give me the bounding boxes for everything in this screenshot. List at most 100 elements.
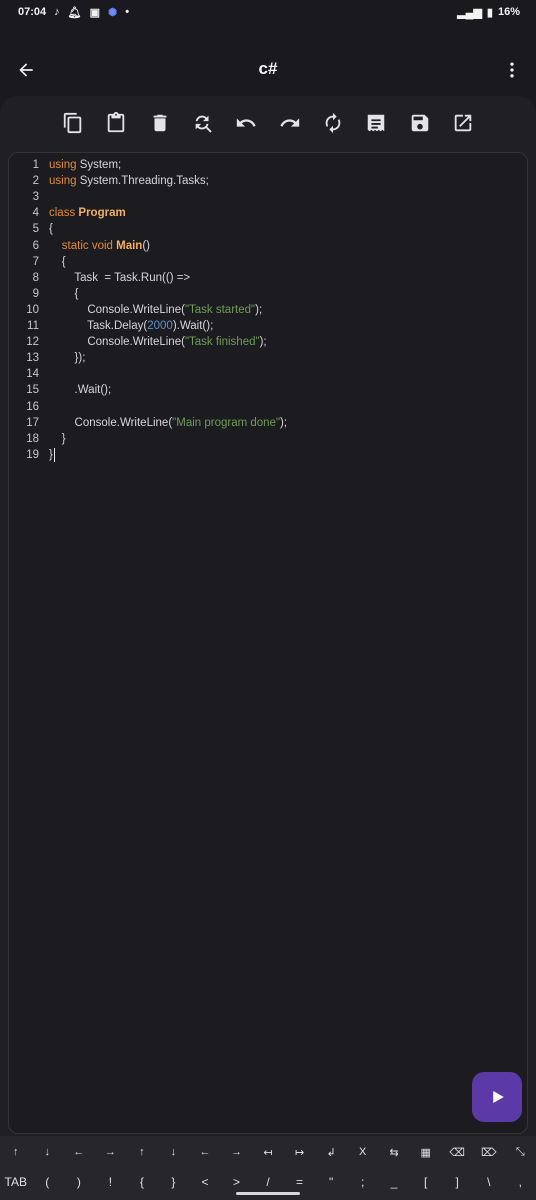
extra-key[interactable]: } xyxy=(158,1166,190,1198)
extra-key[interactable]: ← xyxy=(63,1136,95,1168)
extra-key[interactable]: ⤡ xyxy=(505,1136,536,1168)
extra-key[interactable]: ← xyxy=(189,1136,221,1168)
save-icon xyxy=(411,114,428,132)
back-button[interactable] xyxy=(12,56,40,84)
code-text: { xyxy=(49,287,79,300)
code-text: { xyxy=(49,223,53,236)
extra-key[interactable]: ▦ xyxy=(410,1136,442,1168)
line-number: 14 xyxy=(26,368,39,381)
code-line[interactable]: 4 class Program xyxy=(9,205,519,221)
open-external-button[interactable] xyxy=(448,108,478,138)
battery-icon: ▮ xyxy=(486,6,493,19)
extra-key[interactable]: ) xyxy=(63,1166,95,1198)
code-text: Console.WriteLine("Task started"); xyxy=(49,303,263,316)
code-line[interactable]: 9 { xyxy=(9,286,519,302)
code-line[interactable]: 1 using System; xyxy=(9,157,519,173)
extra-key[interactable]: ↓ xyxy=(32,1136,64,1168)
extra-key[interactable]: ⌦ xyxy=(473,1136,505,1168)
code-editor[interactable]: 1 using System; 2 using System.Threading.Ta… xyxy=(8,152,528,1134)
line-number: 18 xyxy=(26,432,39,445)
extra-key[interactable]: { xyxy=(126,1166,158,1198)
find-replace-button[interactable] xyxy=(188,108,218,138)
line-number: 12 xyxy=(26,336,39,349)
extra-key[interactable]: ↦ xyxy=(284,1136,316,1168)
extra-key[interactable]: ! xyxy=(95,1166,127,1198)
line-number: 19 xyxy=(26,448,39,461)
code-line[interactable]: 14 xyxy=(9,366,519,382)
code-line[interactable]: 5{ xyxy=(9,221,519,237)
extra-key[interactable]: [ xyxy=(410,1166,442,1198)
extra-key[interactable]: ; xyxy=(347,1166,379,1198)
extra-key[interactable]: , xyxy=(505,1166,536,1198)
code-line[interactable]: 8 Task = Task.Run(() => xyxy=(9,270,519,286)
line-number: 9 xyxy=(32,287,39,300)
extra-key[interactable]: → xyxy=(95,1136,127,1168)
code-line[interactable]: 17 Console.WriteLine("Main program done"… xyxy=(9,415,519,431)
extra-key[interactable]: ↓ xyxy=(158,1136,190,1168)
code-text: { xyxy=(49,255,66,268)
delete-button[interactable] xyxy=(145,108,175,138)
code-text: .Wait(); xyxy=(49,384,112,397)
line-number: 4 xyxy=(32,207,39,220)
extra-key[interactable]: ↑ xyxy=(126,1136,158,1168)
document-icon xyxy=(368,114,385,132)
undo-icon xyxy=(237,118,256,127)
code-text: Task.Delay(2000).Wait(); xyxy=(49,320,214,332)
code-line[interactable]: 10 Console.WriteLine("Task started"); xyxy=(9,302,519,318)
code-line[interactable]: 18 } xyxy=(9,431,519,447)
status-bar: 07:04 ♪ 🔔︎ ▣ ✺ • ▂▄▆ ▮ 16% xyxy=(0,0,536,24)
dot-icon: • xyxy=(125,6,130,18)
code-text: }); xyxy=(49,352,86,365)
code-line[interactable]: 3 xyxy=(9,189,519,205)
delete-icon xyxy=(153,114,167,132)
extra-key[interactable]: ⌫ xyxy=(441,1136,473,1168)
document-button[interactable] xyxy=(361,108,391,138)
paste-icon xyxy=(108,112,125,133)
extra-key[interactable]: ↑ xyxy=(0,1136,32,1168)
extra-key[interactable]: ⇆ xyxy=(378,1136,410,1168)
code-line[interactable]: 16 xyxy=(9,399,519,415)
code-line[interactable]: 12 Console.WriteLine("Task finished"); xyxy=(9,334,519,350)
extra-key[interactable]: TAB xyxy=(0,1166,32,1198)
code-text: class Program xyxy=(49,207,126,220)
line-number: 1 xyxy=(32,159,39,171)
refresh-icon xyxy=(325,112,341,134)
line-number: 15 xyxy=(26,384,39,397)
redo-icon xyxy=(280,118,299,127)
extra-key[interactable]: → xyxy=(221,1136,253,1168)
code-text: Console.WriteLine("Task finished"); xyxy=(49,336,267,349)
code-text: Console.WriteLine("Main program done"); xyxy=(49,416,288,429)
code-line[interactable]: 19} xyxy=(9,447,519,463)
extra-key[interactable]: ( xyxy=(32,1166,64,1198)
code-line[interactable]: 2 using System.Threading.Tasks; xyxy=(9,173,519,189)
refresh-button[interactable] xyxy=(318,108,348,138)
notification-icon: ▣ xyxy=(89,6,101,19)
code-line[interactable]: 7 { xyxy=(9,254,519,270)
extra-key[interactable]: ↲ xyxy=(315,1136,347,1168)
code-text: } xyxy=(49,432,66,445)
run-button[interactable] xyxy=(472,1072,522,1122)
tiktok-icon: ♪ xyxy=(54,6,60,18)
code-line[interactable]: 13 }); xyxy=(9,350,519,366)
extra-key[interactable]: \ xyxy=(473,1166,505,1198)
copy-button[interactable] xyxy=(58,108,88,138)
open-external-icon xyxy=(454,114,472,132)
code-text: using System.Threading.Tasks; xyxy=(49,175,209,188)
redo-button[interactable] xyxy=(275,108,305,138)
paste-button[interactable] xyxy=(101,108,131,138)
status-time: 07:04 xyxy=(18,6,47,18)
extra-key[interactable]: _ xyxy=(378,1166,410,1198)
extra-key[interactable]: X xyxy=(347,1136,379,1168)
undo-button[interactable] xyxy=(231,108,261,138)
code-line[interactable]: 6 static void Main() xyxy=(9,238,519,254)
extra-key[interactable]: < xyxy=(189,1166,221,1198)
code-line[interactable]: 15 .Wait(); xyxy=(9,382,519,398)
save-button[interactable] xyxy=(405,108,435,138)
page-title: c# xyxy=(258,59,278,78)
extra-key[interactable]: " xyxy=(315,1166,347,1198)
code-line[interactable]: 11 Task.Delay(2000).Wait(); xyxy=(9,318,519,334)
extra-key[interactable]: ↤ xyxy=(252,1136,284,1168)
signal-icon: ▂▄▆ xyxy=(457,6,482,19)
overflow-menu-button[interactable] xyxy=(498,56,526,84)
extra-key[interactable]: ] xyxy=(441,1166,473,1198)
